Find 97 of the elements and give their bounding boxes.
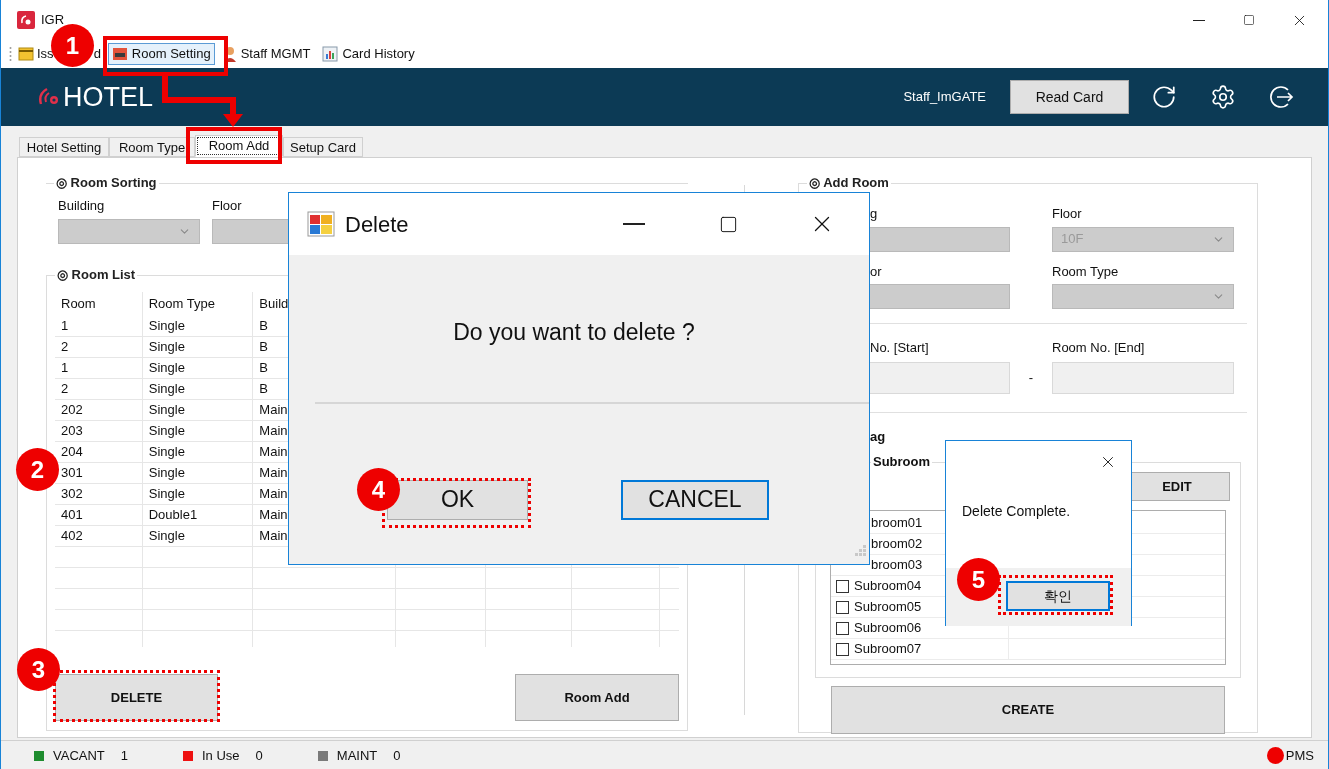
table-cell: B: [259, 318, 269, 333]
status-count: 0: [255, 746, 263, 765]
room-add-button[interactable]: Room Add: [515, 674, 679, 721]
delete-button[interactable]: DELETE: [55, 674, 218, 721]
status-label: In Use: [202, 746, 240, 765]
table-cell: Single: [148, 381, 185, 396]
field-label: No. [Start]: [869, 339, 930, 357]
table-cell: Main: [259, 444, 288, 459]
table-cell: Single: [148, 339, 185, 354]
table-cell: 2: [61, 339, 69, 354]
tab[interactable]: Room Add: [195, 135, 283, 157]
range-separator: -: [1027, 369, 1035, 387]
table-cell: Main: [259, 486, 288, 501]
settings-icon[interactable]: [1210, 84, 1236, 110]
table-cell: Single: [148, 402, 185, 417]
dialog-message: Delete Complete.: [962, 502, 1072, 521]
table-cell: 202: [61, 402, 83, 417]
table-cell: B: [259, 381, 269, 396]
table-cell: Single: [148, 318, 185, 333]
toolbar-button[interactable]: Iss: [16, 43, 54, 65]
tab[interactable]: Hotel Setting: [19, 137, 109, 157]
card-icon: [18, 47, 34, 61]
status-count: 0: [393, 746, 401, 765]
table-cell: Single: [148, 423, 185, 438]
table-cell: Main: [259, 402, 288, 417]
table-cell: Main: [259, 423, 288, 438]
pms-label: PMS: [1285, 746, 1314, 765]
dialog-title: Delete: [345, 210, 409, 239]
input-field[interactable]: [1052, 361, 1234, 394]
field-label: Floor: [1052, 205, 1083, 223]
table-cell: B: [259, 339, 269, 354]
table-cell: 401: [61, 507, 83, 522]
field-label: Room No. [End]: [1052, 339, 1146, 357]
toolbar-button[interactable]: Card History: [318, 43, 419, 65]
maximize-icon: [1243, 14, 1255, 26]
checkbox-item[interactable]: Subroom05: [831, 597, 922, 617]
refresh-icon[interactable]: [1151, 84, 1177, 110]
status-label: VACANT: [53, 746, 105, 765]
minimize-icon: [1193, 19, 1205, 21]
checkbox-item[interactable]: Subroom06: [831, 618, 922, 638]
logout-icon[interactable]: [1268, 84, 1294, 110]
tab[interactable]: Setup Card: [283, 137, 363, 157]
status-count: 1: [120, 746, 128, 765]
field-label: g: [869, 205, 879, 223]
table-cell: 1: [61, 318, 69, 333]
table-cell: 204: [61, 444, 83, 459]
checkbox-item[interactable]: Subroom07: [831, 639, 922, 659]
table-cell: 302: [61, 486, 83, 501]
dialog-app-icon: [307, 211, 335, 237]
toolbar-label[interactable]: d: [93, 44, 101, 64]
table-cell: Single: [148, 465, 185, 480]
column-header: Room: [61, 296, 96, 311]
checkbox[interactable]: [836, 642, 849, 656]
chart-icon: [322, 46, 339, 62]
minimize-icon: [623, 223, 645, 225]
tab[interactable]: Room Type: [109, 137, 195, 157]
confirm-button[interactable]: 확인: [1006, 581, 1110, 611]
table-cell: 402: [61, 528, 83, 543]
logo-text: HOTEL: [63, 83, 154, 111]
checkbox[interactable]: [836, 621, 849, 635]
table-cell: B: [259, 360, 269, 375]
app-logo-icon: [17, 11, 35, 29]
table-cell: 301: [61, 465, 83, 480]
checkbox[interactable]: [836, 579, 849, 593]
checkbox-item[interactable]: Subroom04: [831, 576, 922, 596]
dropdown[interactable]: [58, 218, 200, 244]
column-header: Build: [259, 296, 289, 311]
table-cell: Main: [259, 528, 288, 543]
read-card-button[interactable]: Read Card: [1010, 80, 1129, 114]
table-cell: Single: [148, 444, 185, 459]
maximize-icon: [718, 214, 738, 234]
cancel-button[interactable]: CANCEL: [621, 479, 769, 520]
bed-icon: [111, 47, 128, 61]
table-cell: Single: [148, 360, 185, 375]
create-button[interactable]: CREATE: [831, 686, 1225, 734]
table-cell: Single: [148, 528, 185, 543]
field-label: ag: [869, 427, 887, 446]
column-header: Room Type: [148, 296, 215, 311]
field-label: Building: [58, 197, 106, 215]
grip-icon: [9, 46, 12, 62]
field-label: Floor: [212, 197, 243, 215]
ok-button[interactable]: OK: [387, 479, 528, 520]
table-cell: 2: [61, 381, 69, 396]
checkbox[interactable]: [836, 600, 849, 614]
field-label: Room Type: [1052, 262, 1120, 281]
table-cell: Main: [259, 507, 288, 522]
table-cell: Single: [148, 486, 185, 501]
status-label: MAINT: [336, 746, 378, 765]
toolbar-button[interactable]: Staff MGMT: [218, 43, 315, 65]
table-cell: Double1: [148, 507, 198, 522]
field-label: or: [869, 262, 883, 281]
table-cell: 203: [61, 423, 83, 438]
table-cell: 1: [61, 360, 69, 375]
table-cell: Main: [259, 465, 288, 480]
toolbar-button[interactable]: Room Setting: [107, 43, 215, 65]
user-name: Staff_ImGATE: [903, 88, 986, 107]
dialog-message: Do you want to delete ?: [452, 318, 696, 347]
